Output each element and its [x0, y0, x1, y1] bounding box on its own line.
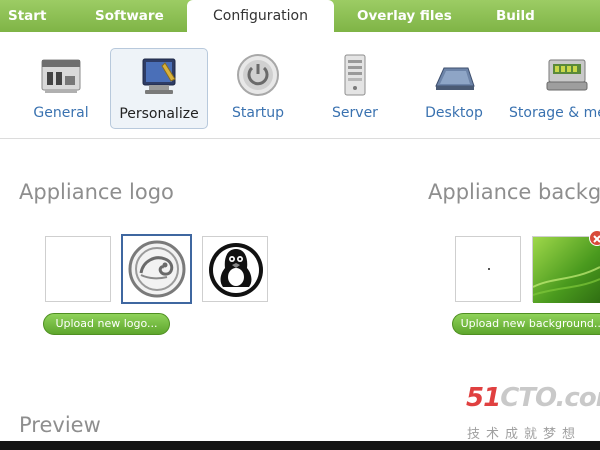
toolbar-item-label: Desktop — [425, 105, 483, 121]
logo-option-tux[interactable] — [202, 236, 268, 302]
tab-configuration[interactable]: Configuration — [187, 0, 334, 33]
tiny-dot-icon — [488, 268, 490, 270]
background-option-green[interactable] — [532, 230, 600, 303]
configuration-toolbar: General Personalize Startup Server Deskt… — [0, 33, 600, 139]
server-icon — [331, 52, 379, 104]
power-icon — [234, 52, 282, 104]
preview-heading: Preview — [19, 413, 101, 437]
toolbar-item-personalize[interactable]: Personalize — [110, 48, 208, 129]
tab-build[interactable]: Build — [496, 0, 535, 32]
green-wallpaper-icon — [532, 237, 600, 307]
logo-option-blank[interactable] — [45, 236, 111, 302]
appliance-logo-heading: Appliance logo — [19, 180, 174, 204]
tab-overlay-files[interactable]: Overlay files — [357, 0, 452, 32]
remove-background-icon[interactable] — [589, 230, 600, 246]
tab-software[interactable]: Software — [95, 0, 164, 32]
toolbar-item-storage[interactable]: Storage & me — [505, 48, 600, 129]
background-option-blank[interactable] — [455, 236, 521, 302]
storage-icon — [543, 52, 591, 104]
toolbar-item-label: Personalize — [119, 106, 199, 122]
toolbar-item-general[interactable]: General — [24, 48, 98, 129]
tux-logo-icon — [206, 240, 266, 304]
main-tab-bar: Start Software Configuration Overlay fil… — [0, 0, 600, 33]
watermark-slogan: 技术成就梦想 — [467, 427, 582, 442]
bottom-edge — [0, 441, 600, 450]
toolbar-item-label: Startup — [232, 105, 284, 121]
upload-background-button[interactable]: Upload new background... — [452, 313, 600, 335]
toolbar-item-label: General — [33, 105, 89, 121]
logo-option-gecko[interactable] — [121, 234, 192, 304]
general-icon — [37, 52, 85, 104]
toolbar-item-startup[interactable]: Startup — [222, 48, 294, 129]
toolbar-item-desktop[interactable]: Desktop — [420, 48, 488, 129]
appliance-background-heading: Appliance backgr — [428, 180, 600, 204]
watermark-logo: 51CTO.com — [466, 383, 600, 413]
tab-start[interactable]: Start — [8, 0, 46, 32]
toolbar-item-server[interactable]: Server — [322, 48, 388, 129]
desktop-icon — [430, 52, 478, 104]
gecko-logo-icon — [127, 239, 187, 303]
toolbar-item-label: Storage & me — [509, 105, 600, 121]
personalize-icon — [135, 53, 183, 105]
upload-logo-button[interactable]: Upload new logo... — [43, 313, 170, 335]
toolbar-item-label: Server — [332, 105, 378, 121]
